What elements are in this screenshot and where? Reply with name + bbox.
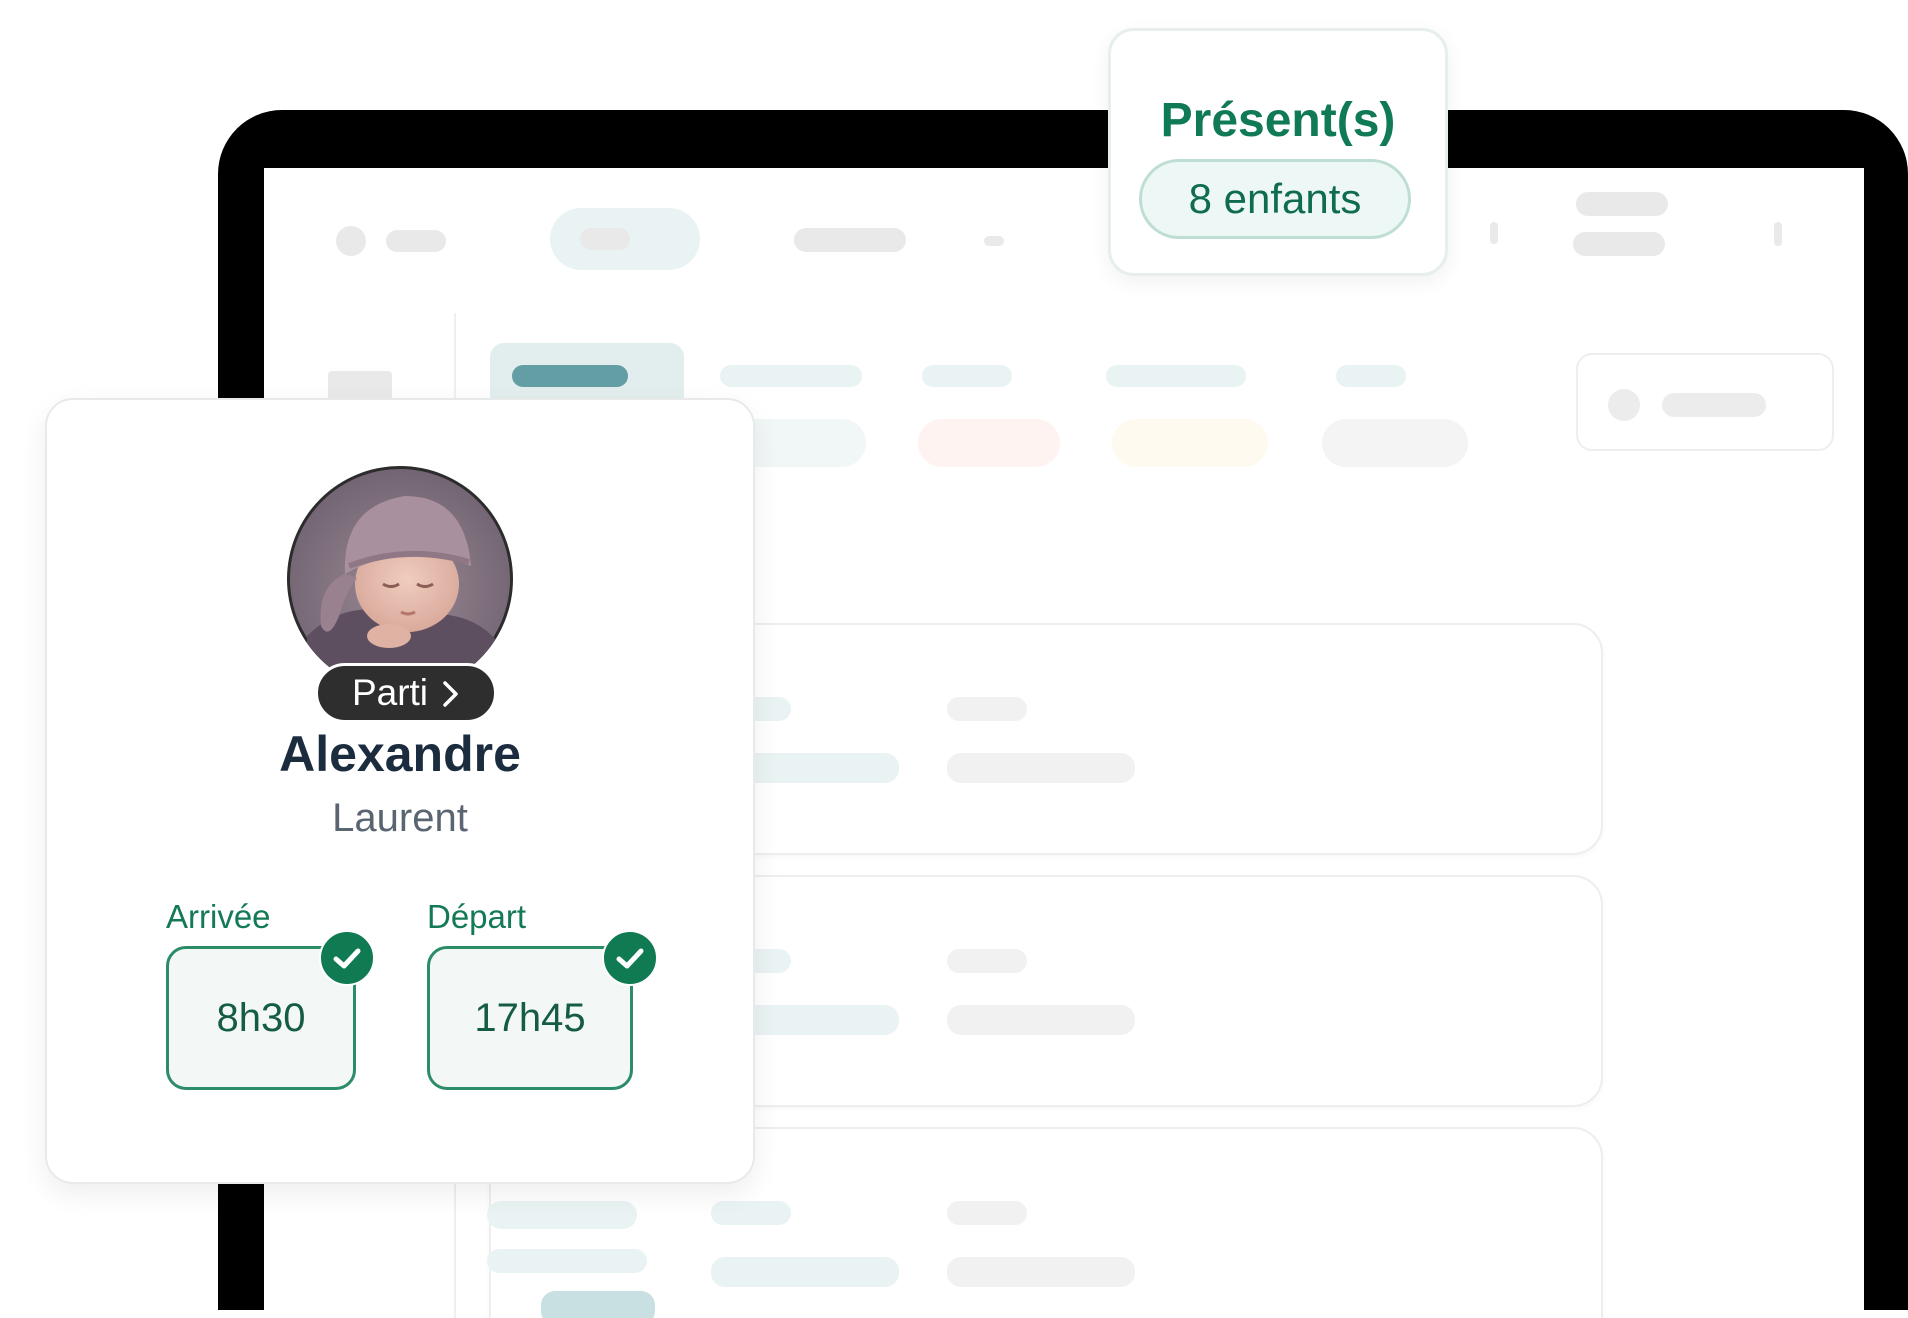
status-label: Parti [351,672,429,713]
child-last-name: Laurent [332,796,468,840]
filter-chip[interactable] [918,419,1060,467]
child-first-name: Alexandre [279,726,521,782]
departure-time-field[interactable]: 17h45 [427,946,633,1090]
row-text [711,1201,791,1225]
chevron-right-icon [442,666,460,720]
logo-placeholder [336,226,366,256]
tab[interactable] [1106,365,1246,387]
row-text [947,1201,1027,1225]
filter-chip[interactable] [1112,419,1268,467]
row-text [947,949,1027,973]
row-text [711,1257,899,1287]
departure-check-icon [602,930,658,986]
arrival-label: Arrivée [166,898,271,935]
presence-title: Présent(s) [1160,94,1396,147]
row-text [947,1257,1135,1287]
departure-label: Départ [427,898,527,935]
tab[interactable] [1336,365,1406,387]
child-card: Parti Alexandre Laurent Arrivée 8h30 Dép… [45,398,755,1184]
filter-chip[interactable] [1322,419,1468,467]
dropdown-icon-placeholder [1608,389,1640,421]
nav-divider [1490,222,1498,244]
tab[interactable] [720,365,862,387]
nav-divider [1774,222,1782,246]
nav-tab-active-label [580,228,630,250]
row-text [947,1005,1135,1035]
user-name-placeholder [1576,192,1668,216]
avatar [287,466,513,692]
row-text [947,697,1027,721]
app-name-placeholder [386,230,446,252]
baby-photo [290,469,510,692]
presence-popup: Présent(s) 8 enfants [1108,28,1448,276]
tab[interactable] [922,365,1012,387]
dropdown-label-placeholder [1662,393,1766,417]
presence-count-badge[interactable]: 8 enfants [1139,159,1411,239]
row-text [947,753,1135,783]
row-text [487,1249,647,1273]
row-text [487,1201,637,1229]
tab-active-label [512,365,628,387]
arrival-check-icon [319,930,375,986]
status-badge[interactable]: Parti [315,663,497,723]
top-navigation-bar [264,168,1864,313]
row-tag [541,1291,655,1318]
nav-dot [984,236,1004,246]
user-role-placeholder [1573,232,1665,256]
nav-tab[interactable] [794,228,906,252]
